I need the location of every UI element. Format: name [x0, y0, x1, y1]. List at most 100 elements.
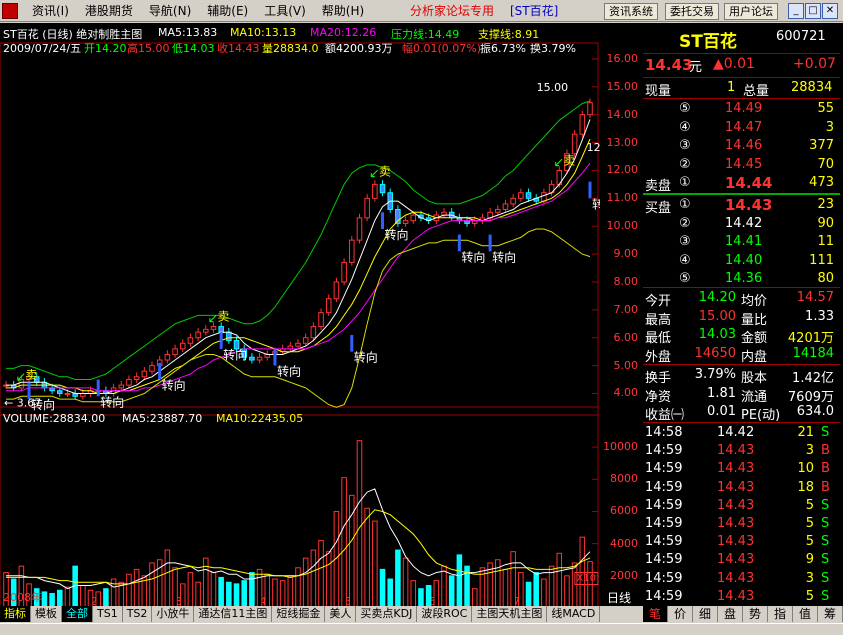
menu-item-info[interactable]: 资讯(I)	[24, 0, 77, 22]
price-tick-label: 6.00	[613, 330, 639, 344]
detail-tab[interactable]: 盘	[718, 606, 743, 622]
indicator-tab[interactable]: 波段ROC	[417, 606, 473, 622]
detail-tab[interactable]: 细	[693, 606, 718, 622]
fund-label: 净资	[645, 389, 672, 405]
detail-tab[interactable]: 价	[668, 606, 693, 622]
tick-side: B	[821, 479, 830, 495]
indicator-tab[interactable]: 全部	[62, 606, 93, 622]
price-tick-label: 12.00	[606, 163, 639, 177]
bid-volume: 111	[809, 252, 834, 268]
ask-row: ④ 14.47 3	[643, 120, 840, 138]
close-icon[interactable]: ✕	[822, 3, 838, 19]
fund-value: 0.01	[707, 404, 736, 419]
indicator-tab[interactable]: 通达信11主图	[194, 606, 273, 622]
tick-row: 14:58 14.42 21 S	[643, 425, 840, 443]
volume-bar	[525, 581, 532, 606]
horizontal-scrollbar[interactable]	[0, 623, 843, 635]
candle-body	[141, 370, 148, 378]
candle-body	[341, 261, 347, 283]
tick-volume: 18	[797, 479, 814, 495]
tick-price: 14.42	[717, 425, 755, 440]
detail-tab[interactable]: 势	[743, 606, 768, 622]
ask-volume: 473	[809, 175, 834, 190]
bid-volume: 23	[817, 197, 834, 212]
volume-bar	[364, 507, 370, 606]
candle-body	[502, 203, 509, 210]
detail-tab[interactable]: 指	[768, 606, 793, 622]
minimize-icon[interactable]: _	[788, 3, 804, 19]
candle-body	[372, 183, 378, 199]
ask-level: ⑤	[679, 101, 691, 116]
detail-tab[interactable]: 笔	[643, 606, 668, 622]
turn-signal-label: 转向	[354, 350, 378, 365]
ask-level: ①	[679, 175, 691, 190]
stat-value: 1.33	[805, 308, 834, 324]
tick-price: 14.43	[717, 497, 755, 513]
bid-level: ⑤	[679, 271, 691, 286]
volume-bar	[133, 568, 140, 606]
ask-row: 卖盘 ① 14.44 473	[643, 174, 840, 194]
volume-bar	[533, 572, 539, 606]
tick-row: 14:59 14.43 3 S	[643, 571, 840, 589]
volume-bar	[310, 549, 317, 606]
menu-item-help[interactable]: 帮助(H)	[314, 0, 372, 22]
volume-bar	[287, 576, 294, 606]
stat-value: 15.00	[698, 308, 736, 324]
menu-item-assist[interactable]: 辅助(E)	[199, 0, 256, 22]
indicator-tab[interactable]: TS2	[123, 606, 153, 622]
divider	[643, 98, 840, 99]
volume-bar	[448, 575, 455, 606]
volume-bar	[103, 588, 109, 606]
volume-bar	[425, 584, 432, 606]
menu-item-tools[interactable]: 工具(V)	[256, 0, 314, 22]
volume-bar	[456, 554, 463, 606]
maximize-icon[interactable]: □	[805, 3, 821, 19]
indicator-tab[interactable]: 线MACD	[547, 606, 601, 622]
detail-tab[interactable]: 筹	[818, 606, 843, 622]
bid-row: ④ 14.40 111	[643, 253, 840, 271]
forum-button[interactable]: 用户论坛	[724, 3, 778, 20]
indicator-tab[interactable]: 短线掘金	[272, 606, 326, 622]
volume-bar	[471, 588, 478, 606]
volume-bar	[241, 580, 247, 606]
tick-price: 14.43	[717, 588, 755, 604]
volume-bar	[249, 572, 255, 606]
ask-price: 14.49	[725, 101, 763, 116]
tick-price: 14.43	[717, 570, 755, 586]
fundamentals-row: 收益㈠ 0.01 PE(动) 634.0	[643, 404, 840, 423]
detail-tab[interactable]: 值	[793, 606, 818, 622]
tick-side: B	[821, 461, 830, 477]
candle-body	[318, 312, 324, 328]
chart-panel[interactable]: ST百花 (日线) 绝对制胜主图 MA5:13.83 MA10:13.13 MA…	[0, 23, 600, 606]
tick-volume: 10	[797, 461, 814, 477]
volume-bar	[195, 581, 201, 606]
indicator-tab[interactable]: 买卖点KDJ	[356, 606, 418, 622]
trade-button[interactable]: 委托交易	[665, 3, 719, 20]
indicator-tab[interactable]: 模板	[31, 606, 62, 622]
tick-volume: 9	[805, 552, 814, 568]
indicator-tab[interactable]: 小放牛	[152, 606, 195, 622]
indicator-tab[interactable]: 指标	[0, 606, 31, 622]
turn-signal-label: 转向	[223, 347, 247, 362]
tick-row: 14:59 14.43 18 B	[643, 480, 840, 498]
indicator-tab[interactable]: TS1	[93, 606, 123, 622]
quote-panel: ST百花 600721 14.43 元 ▲0.01 +0.07 现量 1 总量 …	[643, 23, 843, 606]
candle-body	[310, 326, 317, 339]
tick-time: 14:59	[645, 516, 683, 531]
info-system-button[interactable]: 资讯系统	[604, 3, 658, 20]
volume-tick-label: 2000	[610, 568, 638, 582]
volume-bar	[272, 578, 278, 606]
indicator-tab[interactable]: 主图天机主图	[472, 606, 548, 622]
kline-chart[interactable]: ↙卖↙卖↙卖↙卖转向转向转向转向转向转向转向转向转向转向15.0012.85← …	[0, 23, 600, 606]
tick-row: 14:59 14.43 5 S	[643, 534, 840, 552]
ask-label: 卖盘	[645, 179, 672, 194]
forum-title: 分析家论坛专用	[410, 4, 495, 18]
menu-item-navigate[interactable]: 导航(N)	[141, 0, 199, 22]
candle-body	[302, 337, 309, 344]
candle-body	[256, 356, 263, 361]
indicator-tab[interactable]: 美人	[325, 606, 357, 622]
stat-label: 今开	[645, 294, 672, 309]
candle-body	[579, 114, 586, 135]
menu-item-hk-futures[interactable]: 港股期货	[77, 0, 141, 22]
candle-body	[364, 197, 370, 219]
